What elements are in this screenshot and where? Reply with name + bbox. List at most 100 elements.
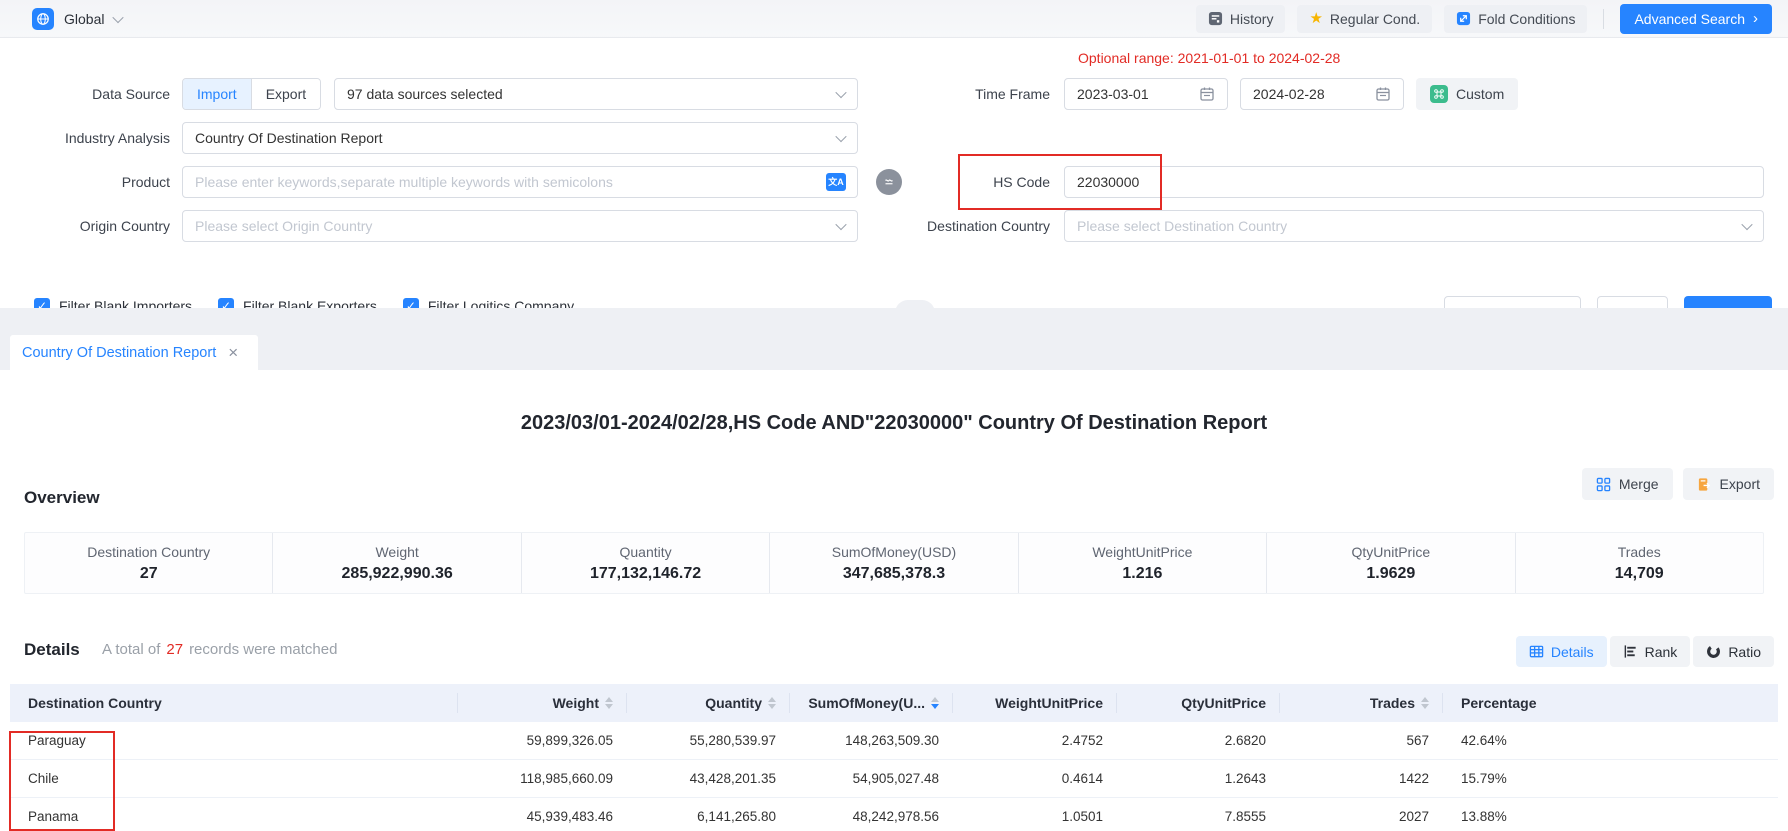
view-details-button[interactable]: Details [1516, 636, 1607, 667]
stat-sum-of-money: SumOfMoney(USD) 347,685,378.3 [769, 533, 1017, 593]
stat-label: Quantity [619, 544, 671, 560]
divider [1603, 9, 1604, 29]
time-frame-label: Time Frame [880, 78, 1050, 110]
column-header-trades[interactable]: Trades [1280, 684, 1443, 722]
overview-panel: Destination Country 27 Weight 285,922,99… [24, 532, 1764, 594]
cell-country: Chile [10, 760, 458, 797]
details-table: Destination Country Weight Quantity SumO… [10, 684, 1778, 831]
regular-cond-button[interactable]: ★ Regular Cond. [1297, 5, 1432, 33]
tab-country-of-destination-report[interactable]: Country Of Destination Report × [10, 335, 258, 370]
industry-analysis-select[interactable]: Country Of Destination Report [182, 122, 858, 154]
stat-label: WeightUnitPrice [1092, 544, 1192, 560]
column-label: WeightUnitPrice [995, 695, 1103, 711]
destination-country-select[interactable]: Please select Destination Country [1064, 210, 1764, 242]
records-matched-text: A total of27records were matched [102, 641, 337, 658]
stat-value: 1.9629 [1366, 565, 1415, 583]
chevron-down-icon[interactable] [113, 11, 124, 22]
globe-icon[interactable] [32, 8, 54, 30]
cell-trades: 1422 [1280, 760, 1443, 797]
export-button[interactable]: Export [1683, 468, 1774, 500]
regular-cond-label: Regular Cond. [1330, 11, 1420, 27]
calendar-icon [1375, 86, 1391, 102]
date-to-picker[interactable]: 2024-02-28 [1240, 78, 1404, 110]
chevron-down-icon [835, 87, 846, 98]
custom-icon [1430, 85, 1448, 103]
product-label: Product [0, 166, 170, 198]
table-row[interactable]: Paraguay 59,899,326.05 55,280,539.97 148… [10, 722, 1778, 760]
table-row[interactable]: Panama 45,939,483.46 6,141,265.80 48,242… [10, 798, 1778, 831]
rank-icon [1623, 644, 1638, 659]
table-header-row: Destination Country Weight Quantity SumO… [10, 684, 1778, 722]
origin-country-select[interactable]: Please select Origin Country [182, 210, 858, 242]
data-source-label: Data Source [0, 78, 170, 110]
cell-percentage: 15.79% [1443, 760, 1778, 797]
fold-conditions-button[interactable]: Fold Conditions [1444, 5, 1587, 33]
stat-value: 285,922,990.36 [342, 565, 453, 583]
column-header-weight[interactable]: Weight [458, 684, 627, 722]
stat-value: 347,685,378.3 [843, 565, 945, 583]
merge-icon [1596, 477, 1611, 492]
sort-icon[interactable] [1421, 697, 1429, 709]
sort-icon-active-desc[interactable] [931, 697, 939, 709]
view-rank-button[interactable]: Rank [1610, 636, 1691, 667]
merge-button[interactable]: Merge [1582, 468, 1673, 500]
sort-icon[interactable] [768, 697, 776, 709]
close-icon[interactable]: × [228, 344, 238, 361]
column-label: QtyUnitPrice [1181, 695, 1266, 711]
matched-count: 27 [160, 641, 189, 658]
origin-country-label: Origin Country [0, 210, 170, 242]
advanced-search-button[interactable]: Advanced Search › [1620, 4, 1772, 34]
view-rank-label: Rank [1645, 644, 1678, 660]
history-button[interactable]: History [1196, 5, 1286, 33]
translate-icon[interactable]: 文A [826, 173, 846, 191]
stat-quantity: Quantity 177,132,146.72 [521, 533, 769, 593]
cell-qty-unit-price: 1.2643 [1117, 760, 1280, 797]
stat-value: 14,709 [1615, 565, 1664, 583]
cell-trades: 567 [1280, 722, 1443, 759]
view-details-label: Details [1551, 644, 1594, 660]
column-header-destination-country: Destination Country [10, 684, 458, 722]
column-header-qty-unit-price: QtyUnitPrice [1117, 684, 1280, 722]
overview-heading: Overview [24, 488, 100, 508]
view-ratio-button[interactable]: Ratio [1693, 636, 1774, 667]
fold-icon [1456, 11, 1471, 26]
column-header-percentage: Percentage [1443, 684, 1778, 722]
column-label: Trades [1370, 695, 1415, 711]
page: Global History ★ Regular Cond. Fold Cond… [0, 0, 1788, 831]
star-icon: ★ [1309, 11, 1322, 26]
cell-sum-of-money: 48,242,978.56 [790, 798, 953, 831]
export-label: Export [1720, 476, 1760, 492]
product-input[interactable] [182, 166, 858, 198]
details-table-icon [1529, 644, 1544, 659]
data-source-toggle: Import Export [182, 78, 321, 110]
top-bar: Global History ★ Regular Cond. Fold Cond… [0, 0, 1788, 38]
sort-icon[interactable] [605, 697, 613, 709]
column-label: Destination Country [28, 695, 162, 711]
hs-code-input[interactable] [1064, 166, 1764, 198]
table-row[interactable]: Chile 118,985,660.09 43,428,201.35 54,90… [10, 760, 1778, 798]
date-from-picker[interactable]: 2023-03-01 [1064, 78, 1228, 110]
column-header-quantity[interactable]: Quantity [627, 684, 790, 722]
cell-qty-unit-price: 2.6820 [1117, 722, 1280, 759]
column-header-sum-of-money[interactable]: SumOfMoney(U... [790, 684, 953, 722]
calendar-icon [1199, 86, 1215, 102]
stat-label: Trades [1618, 544, 1661, 560]
custom-range-button[interactable]: Custom [1416, 78, 1518, 110]
chevron-right-icon: › [1753, 11, 1758, 26]
topbar-actions: History ★ Regular Cond. Fold Conditions … [1196, 4, 1772, 34]
merge-label: Merge [1619, 476, 1659, 492]
import-toggle[interactable]: Import [183, 79, 251, 109]
stat-label: QtyUnitPrice [1352, 544, 1431, 560]
export-toggle[interactable]: Export [251, 79, 320, 109]
stat-value: 27 [140, 565, 158, 583]
cell-weight-unit-price: 1.0501 [953, 798, 1117, 831]
chevron-down-icon [835, 131, 846, 142]
report-title: 2023/03/01-2024/02/28,HS Code AND"220300… [0, 412, 1788, 435]
hs-code-label: HS Code [880, 166, 1050, 198]
data-sources-select[interactable]: 97 data sources selected [334, 78, 858, 110]
cell-weight: 118,985,660.09 [458, 760, 627, 797]
industry-analysis-label: Industry Analysis [0, 122, 170, 154]
filter-form: Data Source Import Export 97 data source… [0, 38, 1788, 308]
region-selector-label[interactable]: Global [64, 11, 104, 27]
date-to-value: 2024-02-28 [1253, 86, 1325, 102]
